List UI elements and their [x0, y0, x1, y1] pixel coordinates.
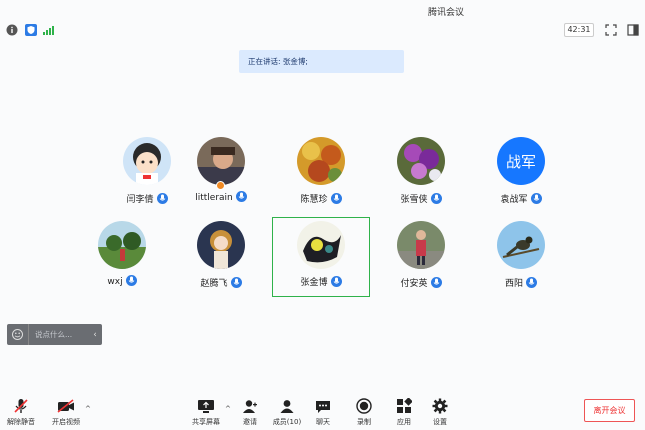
- record-button[interactable]: 录制: [346, 397, 382, 427]
- collapse-chevron-icon[interactable]: ‹: [88, 330, 102, 340]
- leave-meeting-button[interactable]: 离开会议: [584, 399, 635, 422]
- avatar: [98, 221, 146, 269]
- participant-name: 袁战军: [500, 195, 528, 205]
- chat-input-bar[interactable]: 说点什么... ‹: [7, 324, 102, 345]
- participant-name: 西阳: [504, 279, 523, 289]
- participant-tile-active-speaker[interactable]: 张金博: [272, 217, 370, 297]
- members-icon: [280, 399, 294, 413]
- apps-button[interactable]: 应用: [386, 397, 422, 427]
- chat-button[interactable]: 聊天: [305, 397, 341, 427]
- participant-name: 闫李倩: [126, 195, 154, 205]
- invite-button[interactable]: 邀请: [232, 397, 268, 427]
- mic-icon: [526, 277, 537, 288]
- host-badge-icon: [216, 181, 225, 190]
- shield-icon[interactable]: [25, 24, 37, 36]
- share-options-chevron-icon[interactable]: ^: [225, 405, 231, 413]
- mic-icon: [430, 193, 442, 204]
- emoji-icon[interactable]: [7, 324, 29, 345]
- signal-icon[interactable]: [42, 24, 54, 36]
- speaking-banner: 正在讲话: 张金博;: [239, 50, 404, 73]
- mic-icon: [530, 193, 542, 204]
- participant-name: 张金博: [300, 278, 328, 288]
- mic-icon: [430, 277, 442, 288]
- avatar: [197, 137, 245, 185]
- avatar: [497, 221, 545, 269]
- title-bar: 腾讯会议: [0, 0, 645, 20]
- window-title: 腾讯会议: [428, 8, 465, 18]
- meeting-timer: 42:31: [564, 23, 594, 37]
- participant-tile[interactable]: 西阳: [472, 221, 570, 301]
- participant-tile[interactable]: 张雪侠: [372, 137, 470, 217]
- mic-icon: [235, 191, 247, 202]
- participant-name: wxj: [107, 277, 123, 287]
- mic-icon: [330, 193, 342, 204]
- participant-tile[interactable]: 战军 袁战军: [472, 137, 570, 217]
- unmute-button[interactable]: 解除静音: [3, 397, 39, 427]
- mic-muted-icon: [14, 399, 28, 413]
- share-screen-icon: [198, 399, 214, 413]
- participant-name: 陈慧珍: [300, 195, 328, 205]
- invite-icon: [243, 399, 257, 413]
- mic-icon: [230, 277, 242, 288]
- chat-input[interactable]: 说点什么...: [35, 329, 88, 340]
- participant-tile[interactable]: 赵腾飞: [172, 221, 270, 301]
- participant-tile[interactable]: 付安英: [372, 221, 470, 301]
- mic-icon: [125, 275, 137, 286]
- participant-name: 付安英: [400, 279, 428, 289]
- participant-name: littlerain: [195, 193, 233, 203]
- start-video-button[interactable]: 开启视频: [48, 397, 84, 427]
- video-options-chevron-icon[interactable]: ^: [85, 405, 91, 413]
- participant-name: 赵腾飞: [200, 279, 228, 289]
- record-icon: [356, 398, 372, 414]
- info-icon[interactable]: [6, 24, 18, 36]
- mic-icon: [330, 276, 342, 287]
- participant-tile[interactable]: wxj: [73, 221, 171, 301]
- participant-tile[interactable]: littlerain: [172, 137, 270, 217]
- avatar: 战军: [497, 137, 545, 185]
- gear-icon: [432, 398, 448, 414]
- fullscreen-icon[interactable]: [605, 24, 617, 36]
- avatar: [297, 221, 345, 269]
- apps-icon: [397, 398, 412, 413]
- avatar: [123, 137, 171, 185]
- avatar: [397, 221, 445, 269]
- chat-icon: [316, 400, 330, 413]
- mic-icon: [156, 193, 168, 204]
- bottom-toolbar: 解除静音 开启视频 ^ 共享屏幕 ^ 邀请 成员(10) 聊天 录制 应用 设置: [0, 392, 645, 430]
- members-button[interactable]: 成员(10): [269, 397, 305, 427]
- avatar: [297, 137, 345, 185]
- avatar-text: 战军: [505, 152, 536, 171]
- settings-button[interactable]: 设置: [422, 397, 458, 427]
- share-screen-button[interactable]: 共享屏幕: [188, 397, 224, 427]
- meeting-window: 腾讯会议 42:31 正在讲话: 张金博; 闫李倩 littlerain 陈慧珍…: [0, 0, 645, 430]
- status-bar: 42:31: [0, 21, 645, 41]
- avatar: [197, 221, 245, 269]
- participant-name: 张雪侠: [400, 195, 428, 205]
- camera-off-icon: [57, 399, 74, 413]
- participant-tile[interactable]: 陈慧珍: [272, 137, 370, 217]
- sidebar-toggle-icon[interactable]: [627, 24, 639, 36]
- avatar: [397, 137, 445, 185]
